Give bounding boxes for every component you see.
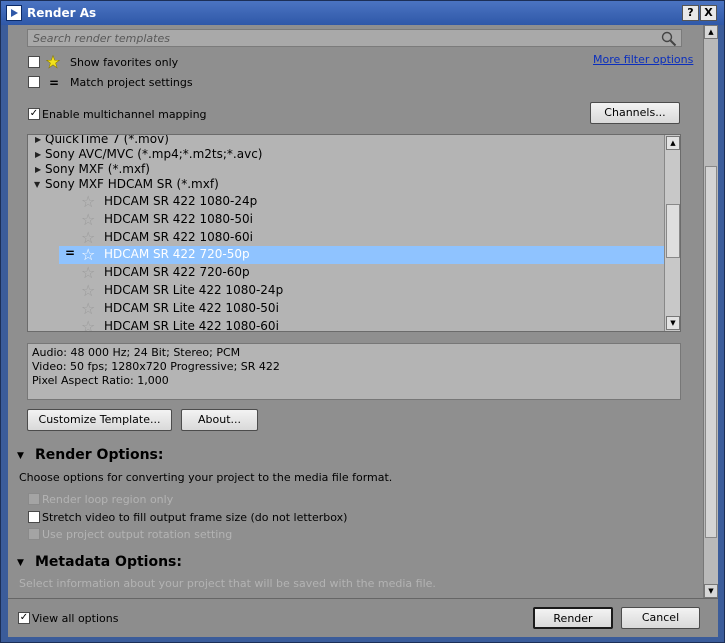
template-list-scrollbar[interactable]: ▲ ▼ <box>664 135 680 331</box>
render-options-description: Choose options for converting your proje… <box>19 471 393 484</box>
star-icon[interactable]: ☆ <box>81 192 95 211</box>
template-row-selected[interactable]: = ☆ HDCAM SR 422 720-50p <box>59 245 664 264</box>
collapse-icon[interactable]: ▼ <box>34 180 40 189</box>
show-favorites-checkbox[interactable] <box>28 56 40 68</box>
template-row[interactable]: ☆ HDCAM SR 422 1080-50i <box>28 210 664 229</box>
render-as-window: Render As ? X ▲ ▼ Search render template… <box>0 0 725 643</box>
search-input[interactable]: Search render templates <box>27 29 682 47</box>
multichannel-checkbox[interactable]: ✓ <box>28 108 40 120</box>
scroll-thumb[interactable] <box>705 166 717 538</box>
template-row[interactable]: ☆ HDCAM SR 422 1080-60i <box>28 228 664 247</box>
channels-button[interactable]: Channels... <box>590 102 680 124</box>
match-project-checkbox[interactable] <box>28 76 40 88</box>
multichannel-label: Enable multichannel mapping <box>42 108 207 121</box>
render-options-heading[interactable]: Render Options: <box>35 447 163 463</box>
template-info: Audio: 48 000 Hz; 24 Bit; Stereo; PCM Vi… <box>27 343 681 400</box>
expand-icon[interactable]: ▶ <box>35 150 41 159</box>
view-all-options-checkbox[interactable]: ✓ <box>18 612 30 624</box>
dialog-scrollbar[interactable]: ▲ ▼ <box>703 25 718 598</box>
template-row[interactable]: ☆ HDCAM SR Lite 422 1080-60i <box>28 317 664 331</box>
star-icon[interactable]: ☆ <box>81 281 95 300</box>
template-row[interactable]: ☆ HDCAM SR 422 720-60p <box>28 263 664 282</box>
stretch-video-label: Stretch video to fill output frame size … <box>42 511 348 524</box>
customize-template-button[interactable]: Customize Template... <box>27 409 172 431</box>
window-title: Render As <box>27 6 97 20</box>
about-button[interactable]: About... <box>181 409 258 431</box>
view-all-options-label: View all options <box>32 612 119 625</box>
search-icon[interactable] <box>661 31 677 47</box>
video-info: Video: 50 fps; 1280x720 Progressive; SR … <box>32 360 280 373</box>
list-scroll-thumb[interactable] <box>666 204 680 258</box>
match-project-label: Match project settings <box>70 76 193 89</box>
equals-icon: = <box>49 76 60 90</box>
expand-icon[interactable]: ▶ <box>35 165 41 174</box>
star-icon[interactable]: ☆ <box>81 317 95 331</box>
scroll-down-arrow[interactable]: ▼ <box>704 584 718 598</box>
metadata-options-heading[interactable]: Metadata Options: <box>35 554 182 570</box>
more-filter-options-link[interactable]: More filter options <box>593 53 693 66</box>
match-project-marker: = <box>65 246 76 260</box>
audio-info: Audio: 48 000 Hz; 24 Bit; Stereo; PCM <box>32 346 241 359</box>
scroll-up-arrow[interactable]: ▲ <box>704 25 718 39</box>
star-icon[interactable]: ☆ <box>81 210 95 229</box>
template-list[interactable]: ▶ QuickTime 7 (*.mov) ▶ Sony AVC/MVC (*.… <box>27 134 681 332</box>
metadata-options-description: Select information about your project th… <box>19 577 436 590</box>
list-scroll-down-arrow[interactable]: ▼ <box>666 316 680 330</box>
help-button[interactable]: ? <box>682 5 699 21</box>
star-icon[interactable]: ☆ <box>81 263 95 282</box>
show-favorites-label: Show favorites only <box>70 56 179 69</box>
list-scroll-up-arrow[interactable]: ▲ <box>666 136 680 150</box>
pixel-aspect-info: Pixel Aspect Ratio: 1,000 <box>32 374 169 387</box>
template-row[interactable]: ☆ HDCAM SR Lite 422 1080-24p <box>28 281 664 300</box>
template-row[interactable]: ☆ HDCAM SR 422 1080-24p <box>28 192 664 211</box>
star-icon <box>46 55 60 69</box>
rotation-checkbox[interactable] <box>28 528 40 540</box>
star-icon[interactable]: ☆ <box>81 245 95 264</box>
render-loop-checkbox[interactable] <box>28 493 40 505</box>
cancel-button[interactable]: Cancel <box>621 607 700 629</box>
format-row-sony-mxf-hdcam[interactable]: ▼ Sony MXF HDCAM SR (*.mxf) <box>28 176 664 194</box>
close-button[interactable]: X <box>700 5 717 21</box>
star-icon[interactable]: ☆ <box>81 299 95 318</box>
stretch-video-checkbox[interactable] <box>28 511 40 523</box>
render-button[interactable]: Render <box>533 607 613 629</box>
expand-icon[interactable]: ▶ <box>35 135 41 144</box>
template-row[interactable]: ☆ HDCAM SR Lite 422 1080-50i <box>28 299 664 318</box>
app-icon <box>6 5 22 21</box>
title-bar[interactable]: Render As ? X <box>1 1 724 25</box>
render-loop-label: Render loop region only <box>42 493 174 506</box>
collapse-icon[interactable]: ▼ <box>17 451 24 461</box>
collapse-icon[interactable]: ▼ <box>17 558 24 568</box>
rotation-label: Use project output rotation setting <box>42 528 233 541</box>
search-placeholder: Search render templates <box>33 32 170 45</box>
